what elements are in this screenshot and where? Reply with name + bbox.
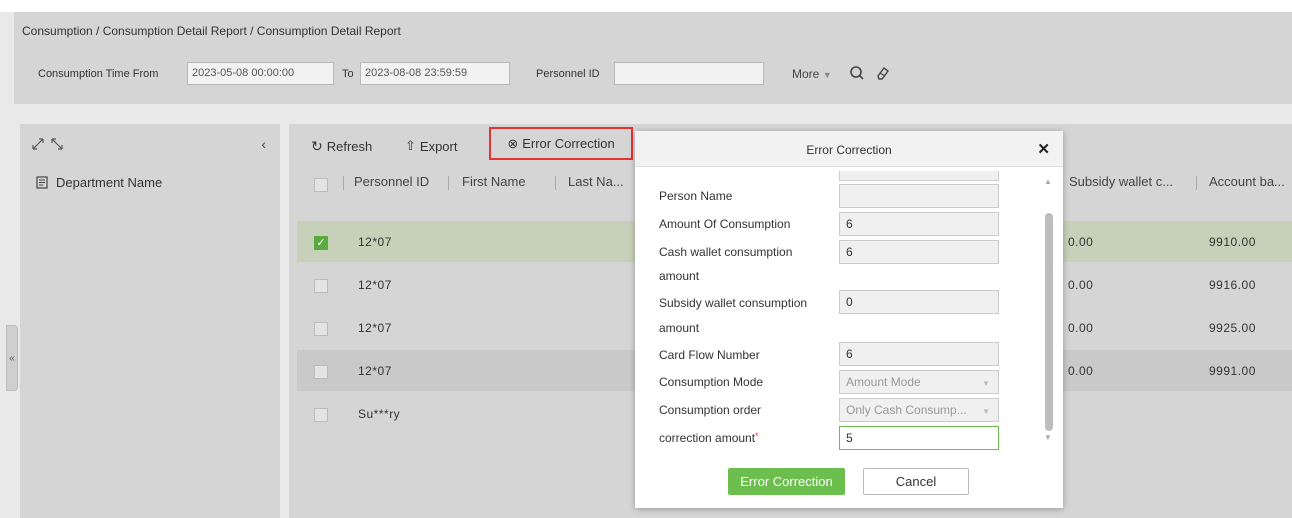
department-panel: ‹ Department Name [20,124,280,518]
subsidy-wallet-label-line1: Subsidy wallet consumption [659,296,808,310]
cash-wallet-label-line2: amount [659,269,700,283]
person-name-field [839,184,999,208]
cell-balance: 9991.00 [1209,364,1256,378]
confirm-error-correction-button[interactable]: Error Correction [728,468,845,495]
required-asterisk: * [755,431,759,441]
time-from-input[interactable]: 2023-05-08 00:00:00 [187,62,334,85]
correction-amount-input[interactable]: 5 [839,426,999,450]
column-separator [448,176,449,190]
personnel-id-label: Personnel ID [536,68,600,80]
time-from-label: Consumption Time From [38,68,159,80]
cash-wallet-field: 6 [839,240,999,264]
dialog-scrollbar[interactable] [1045,213,1053,431]
partial-field-top [839,171,999,181]
select-all-checkbox[interactable] [314,178,328,192]
row-checkbox[interactable] [314,279,328,293]
refresh-icon: ↻ [311,138,323,154]
export-label: Export [419,138,458,154]
document-icon [36,176,48,189]
amount-field: 6 [839,212,999,236]
search-icon [850,66,864,80]
column-separator [1196,176,1197,190]
row-checkbox[interactable] [314,408,328,422]
correction-amount-label-text: correction amount [659,431,756,445]
close-icon[interactable]: ✕ [1037,140,1050,158]
cell-balance: 9925.00 [1209,321,1256,335]
cell-subsidy: 0.00 [1068,278,1094,292]
header-personnel-id[interactable]: Personnel ID [354,174,429,189]
consumption-mode-select: Amount Mode ▼ [839,370,999,394]
amount-label: Amount Of Consumption [659,217,791,231]
consumption-order-select: Only Cash Consump... ▼ [839,398,999,422]
search-panel: Consumption Time From 2023-05-08 00:00:0… [14,48,1292,106]
error-correction-button[interactable]: ⊗ Error Correction [489,127,633,160]
cell-personnel-id: 12*07 [358,278,392,292]
person-name-label: Person Name [659,189,733,203]
header-subsidy-wallet[interactable]: Subsidy wallet c... [1069,174,1173,189]
cell-personnel-id: Su***ry [358,407,401,421]
chevron-down-icon: ▼ [822,70,832,80]
correction-amount-label: correction amount* [659,431,759,445]
chevron-down-icon: ▼ [982,379,990,388]
subsidy-wallet-field: 0 [839,290,999,314]
eraser-icon [877,67,889,80]
consumption-order-label: Consumption order [659,403,762,417]
header-account-balance[interactable]: Account ba... [1209,174,1285,189]
search-button[interactable] [844,60,870,86]
personnel-id-input[interactable] [614,62,764,85]
row-checkbox[interactable] [314,365,328,379]
expand-collapse-icon[interactable] [32,138,66,153]
breadcrumb: Consumption / Consumption Detail Report … [14,12,1292,48]
department-tree-root[interactable]: Department Name [36,175,162,190]
export-button[interactable]: ⇧ Export [405,138,457,154]
error-correction-dialog: Error Correction ✕ Person Name Amount Of… [635,131,1063,508]
department-name-label: Department Name [56,175,163,190]
row-checkbox[interactable]: ✓ [314,236,328,250]
chevron-down-icon: ▼ [982,407,990,416]
time-to-input[interactable]: 2023-08-08 23:59:59 [360,62,510,85]
export-icon: ⇧ [405,138,416,153]
header-first-name[interactable]: First Name [462,174,526,189]
more-dropdown[interactable]: More ▼ [792,67,832,81]
double-chevron-left-icon: « [9,352,15,364]
column-separator [555,176,556,190]
column-separator [343,176,344,190]
sidebar-toggle[interactable]: « [6,325,18,391]
cell-subsidy: 0.00 [1068,364,1094,378]
card-flow-field: 6 [839,342,999,366]
card-flow-label: Card Flow Number [659,348,760,362]
cash-wallet-label-line1: Cash wallet consumption [659,245,793,259]
error-correction-label: Error Correction [522,136,615,151]
consumption-mode-value: Amount Mode [846,375,921,389]
cell-personnel-id: 12*07 [358,235,392,249]
error-circle-icon: ⊗ [507,135,519,151]
cell-personnel-id: 12*07 [358,364,392,378]
subsidy-wallet-label-line2: amount [659,321,700,335]
row-checkbox[interactable] [314,322,328,336]
cancel-button[interactable]: Cancel [863,468,969,495]
top-band [0,0,1292,12]
clear-button[interactable] [870,60,896,86]
scroll-down-icon[interactable]: ▼ [1044,433,1052,442]
more-label: More [792,67,820,81]
header-last-name[interactable]: Last Na... [568,174,624,189]
consumption-mode-label: Consumption Mode [659,375,764,389]
time-to-label: To [342,68,354,80]
refresh-label: Refresh [326,139,373,154]
cell-subsidy: 0.00 [1068,235,1094,249]
cell-subsidy: 0.00 [1068,321,1094,335]
collapse-panel-icon[interactable]: ‹ [261,136,266,152]
cell-balance: 9916.00 [1209,278,1256,292]
scroll-up-icon[interactable]: ▲ [1044,177,1052,186]
consumption-order-value: Only Cash Consump... [846,403,967,417]
dialog-header: Error Correction ✕ [635,131,1063,167]
dialog-title: Error Correction [806,143,892,157]
refresh-button[interactable]: ↻ Refresh [311,138,372,155]
cell-personnel-id: 12*07 [358,321,392,335]
cell-balance: 9910.00 [1209,235,1256,249]
